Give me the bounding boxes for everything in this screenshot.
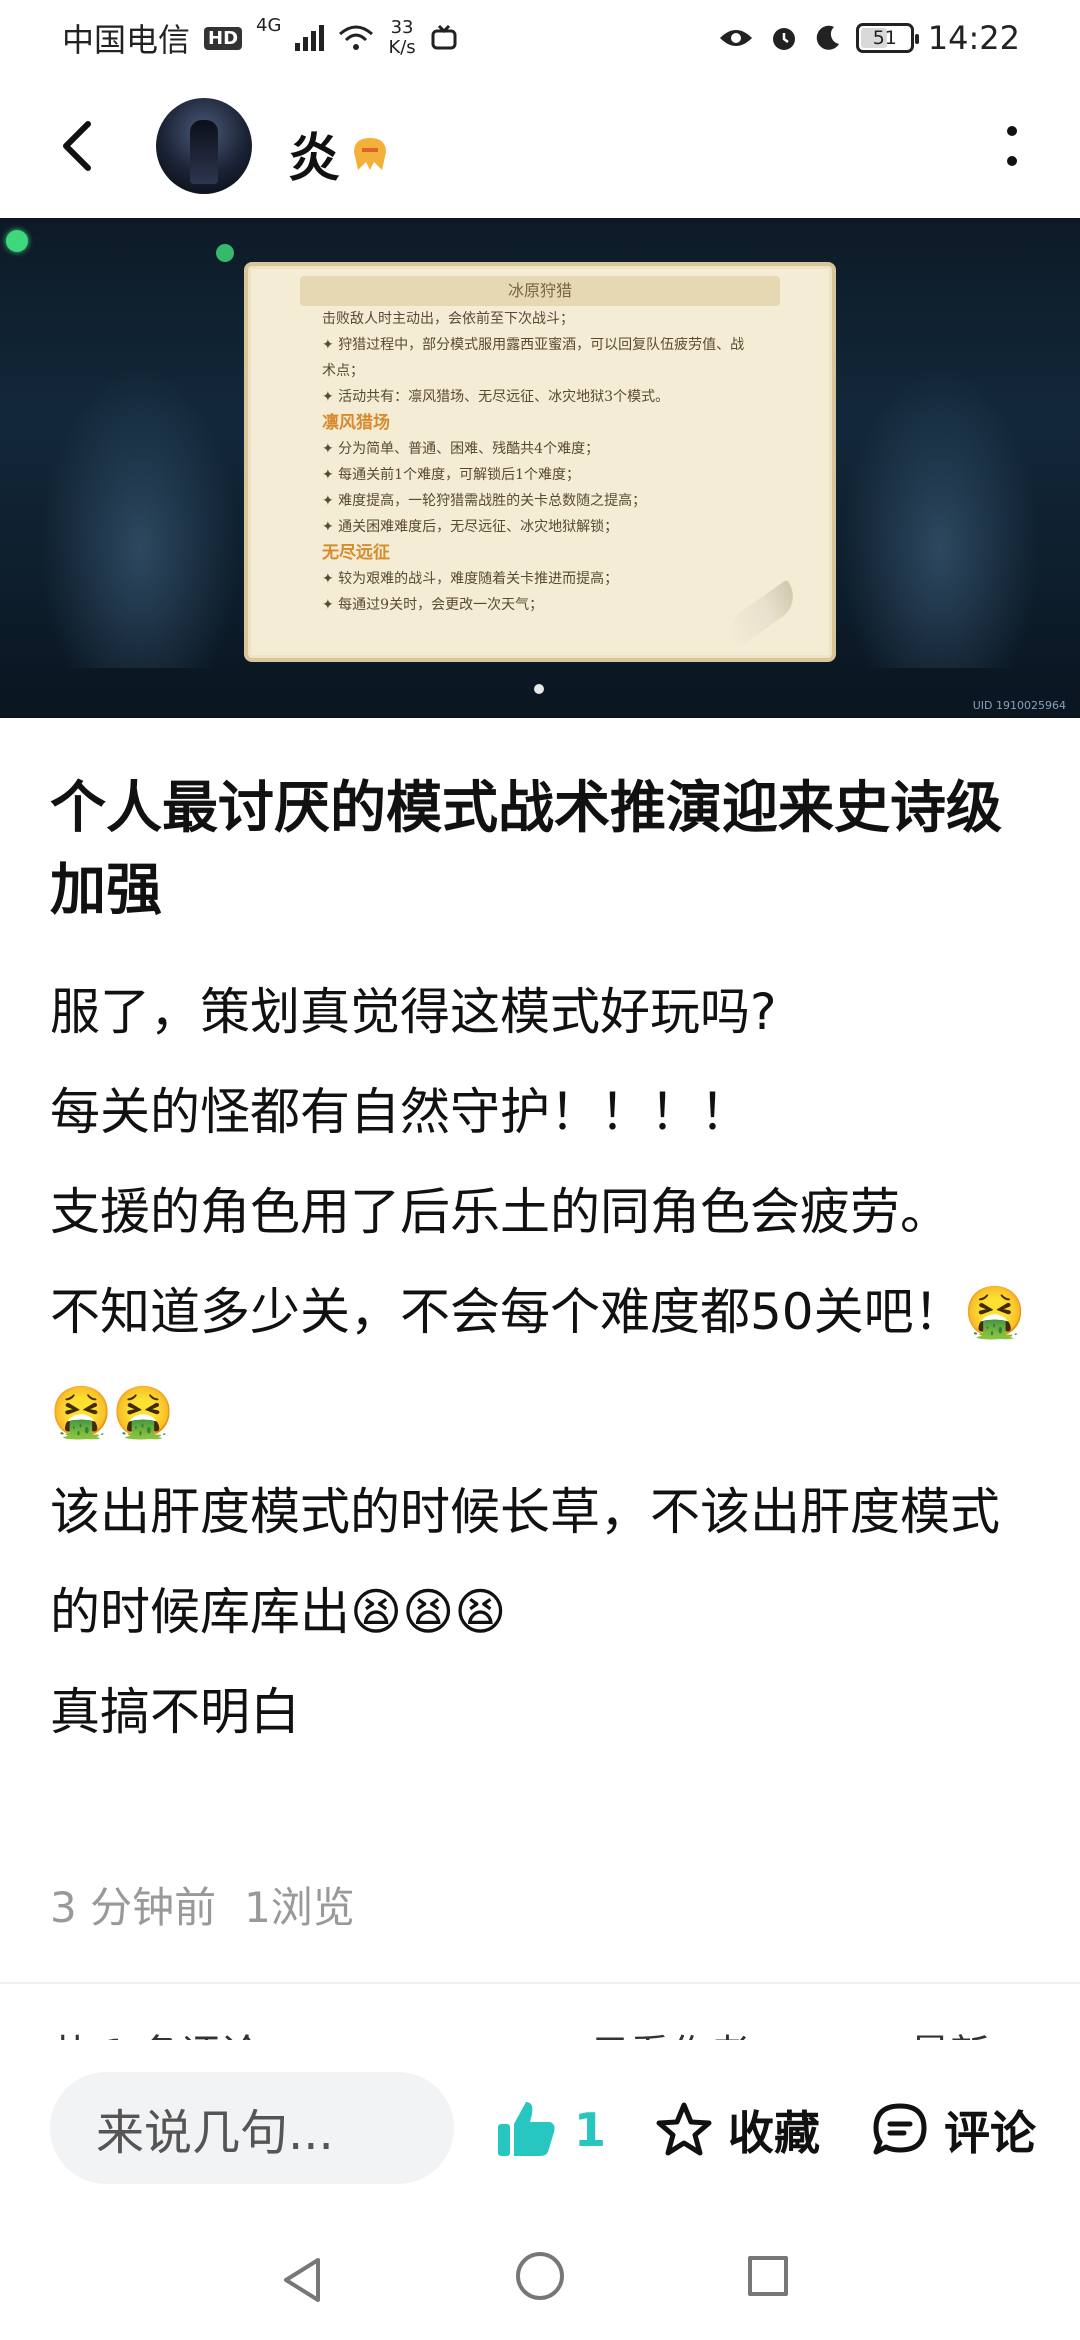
avatar[interactable] <box>156 98 252 194</box>
post-paragraph: 支援的角色用了后乐土的同角色会疲劳。 <box>50 1183 950 1241</box>
rules-line: ✦ 活动共有：凛风猎场、无尽远征、冰灾地狱3个模式。 <box>322 389 670 405</box>
sort-toggle[interactable]: 最新 <box>910 2022 990 2042</box>
top-nav: 炎 <box>0 90 1080 202</box>
square-recents-icon[interactable] <box>748 2256 788 2296</box>
post-views: 1浏览 <box>244 1883 355 1932</box>
comment-label: 评论 <box>944 2106 1036 2160</box>
rules-line: ✦ 每通关前1个难度，可解锁后1个难度； <box>322 467 580 483</box>
battery-icon: 51 <box>855 23 919 53</box>
network-type: 4G <box>256 15 282 36</box>
post-body: 服了，策划真觉得这模式好玩吗? 每关的怪都有自然守护！！！！ 支援的角色用了后乐… <box>50 962 1030 1762</box>
network-speed: 33 K/s <box>388 17 416 58</box>
chevron-left-icon <box>63 121 91 171</box>
system-nav-bar <box>0 2210 1080 2340</box>
carousel-indicator <box>534 684 544 694</box>
divider <box>0 1982 1080 1984</box>
status-dot <box>6 230 28 252</box>
bottom-action-bar: 来说几句... 1 收藏 评论 <box>0 2040 1080 2210</box>
clock: 14:22 <box>927 19 1020 57</box>
post-meta: 3 分钟前 1浏览 <box>50 1874 355 1935</box>
post-paragraph: 服了，策划真觉得这模式好玩吗? <box>50 983 777 1041</box>
rules-panel: 冰原狩猎 击败敌人时主动出，会依前至下次战斗； ✦ 狩猎过程中，部分模式服用露西… <box>244 262 836 662</box>
favorite-button[interactable]: 收藏 <box>654 2090 820 2170</box>
post-paragraph: 该出肝度模式的时候长草，不该出肝度模式的时候库库出😫😫😫 <box>50 1483 1000 1641</box>
rules-line: ✦ 通关困难难度后，无尽远征、冰灾地狱解锁； <box>322 519 619 535</box>
rules-heading: 无尽远征 <box>322 543 390 563</box>
post-paragraph: 不知道多少关，不会每个难度都50关吧！🤮🤮🤮 <box>50 1283 1026 1441</box>
rules-line: 击败敌人时主动出，会依前至下次战斗； <box>322 311 574 327</box>
carrier-name: 中国电信 <box>62 21 191 59</box>
comment-button[interactable]: 评论 <box>870 2090 1036 2170</box>
uid-label: UID 1910025964 <box>972 699 1066 712</box>
post-time: 3 分钟前 <box>50 1883 217 1932</box>
rules-panel-lines: 击败敌人时主动出，会依前至下次战斗； ✦ 狩猎过程中，部分模式服用露西亚蜜酒，可… <box>322 306 792 618</box>
post-paragraph: 真搞不明白 <box>50 1683 300 1741</box>
level-badge-icon <box>354 137 387 170</box>
more-button[interactable] <box>1004 126 1020 166</box>
comment-input[interactable]: 来说几句... <box>50 2072 454 2184</box>
moon-icon <box>816 25 839 50</box>
rules-line: ✦ 狩猎过程中，部分模式服用露西亚蜜酒，可以回复队伍疲劳值、战 <box>322 337 745 353</box>
like-count: 1 <box>574 2103 607 2157</box>
rules-line: 术点； <box>322 363 364 379</box>
post-paragraph: 每关的怪都有自然守护！！！！ <box>50 1083 750 1141</box>
rules-line: ✦ 每通过9关时，会更改一次天气； <box>322 597 544 613</box>
circle-home-icon[interactable] <box>516 2252 564 2300</box>
status-dot <box>216 244 234 262</box>
rules-line: ✦ 分为简单、普通、困难、残酷共4个难度； <box>322 441 600 457</box>
author-only-toggle[interactable]: 只看作者 <box>590 2022 750 2042</box>
signal-icon <box>295 25 325 51</box>
more-vertical-icon <box>1007 126 1017 136</box>
rules-line: ✦ 难度提高，一轮狩猎需战胜的关卡总数随之提高； <box>322 493 647 509</box>
username[interactable]: 炎 <box>288 116 392 191</box>
post-image[interactable]: 冰原狩猎 击败敌人时主动出，会依前至下次战斗； ✦ 狩猎过程中，部分模式服用露西… <box>0 218 1080 718</box>
rules-heading: 凛风猎场 <box>322 413 390 433</box>
triangle-back-icon[interactable] <box>280 2256 324 2304</box>
username-text: 炎 <box>288 129 341 189</box>
eye-icon <box>719 30 752 46</box>
wifi-icon <box>339 25 374 50</box>
comment-placeholder: 来说几句... <box>96 2105 334 2161</box>
alarm-icon <box>772 28 795 50</box>
comment-bubble-icon <box>873 2103 927 2155</box>
rules-line: ✦ 较为艰难的战斗，难度随着关卡推进而提高； <box>322 571 619 587</box>
rules-panel-title: 冰原狩猎 <box>300 276 780 306</box>
back-button[interactable] <box>50 118 106 174</box>
comments-header: 共 1 条评论 只看作者 最新 <box>50 2022 1030 2042</box>
status-bar: 中国电信 HD 4G 33 K/s 51 14:22 <box>0 0 1080 76</box>
background-figure <box>840 368 1040 668</box>
thumbs-up-icon <box>498 2102 555 2156</box>
post-title: 个人最讨厌的模式战术推演迎来史诗级加强 <box>50 776 1002 923</box>
hd-badge: HD <box>204 26 243 50</box>
star-icon <box>656 2102 712 2156</box>
tv-app-icon <box>431 24 457 50</box>
background-figure <box>40 368 240 668</box>
like-button[interactable]: 1 <box>494 2090 606 2170</box>
favorite-label: 收藏 <box>728 2106 820 2160</box>
